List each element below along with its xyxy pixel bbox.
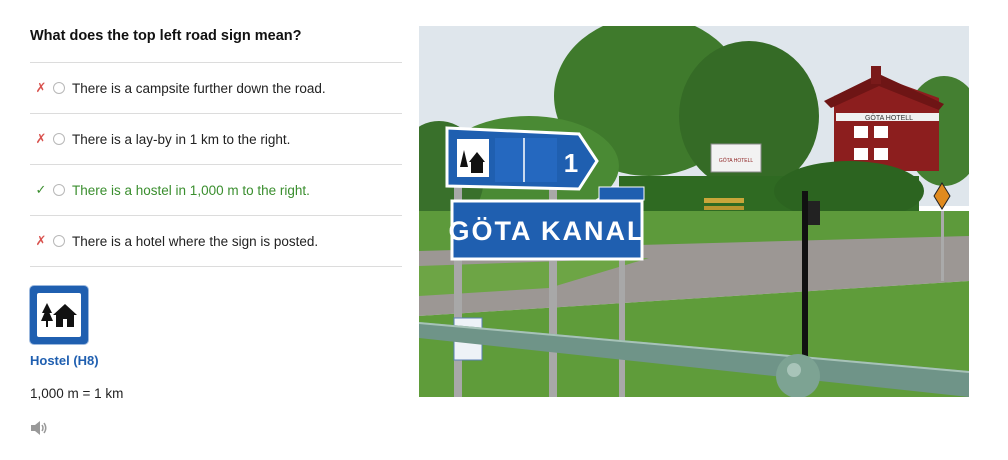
direction-number: 1: [564, 148, 578, 178]
distance-note: 1,000 m = 1 km: [30, 386, 124, 401]
road-sign-photo: GÖTA HOTELL GÖTA HOTELL 1 GÖTA KANAL: [419, 26, 969, 397]
building-sign-text: GÖTA HOTELL: [865, 114, 913, 122]
answer-option-1[interactable]: ✗ There is a campsite further down the r…: [30, 63, 402, 114]
answer-option-4[interactable]: ✗ There is a hotel where the sign is pos…: [30, 216, 402, 267]
answer-option-3[interactable]: ✓ There is a hostel in 1,000 m to the ri…: [30, 165, 402, 216]
answer-text[interactable]: There is a lay-by in 1 km to the right.: [72, 132, 290, 147]
wrong-mark-icon: ✗: [35, 233, 47, 248]
radio-button[interactable]: [53, 184, 65, 196]
correct-mark-icon: ✓: [35, 182, 47, 197]
answer-option-2[interactable]: ✗ There is a lay-by in 1 km to the right…: [30, 114, 402, 165]
radio-button[interactable]: [53, 133, 65, 145]
answer-text[interactable]: There is a hotel where the sign is poste…: [72, 234, 318, 249]
main-sign-text: GÖTA KANAL: [449, 216, 646, 246]
question-text: What does the top left road sign mean?: [30, 28, 302, 44]
billboard-text: GÖTA HOTELL: [719, 157, 754, 164]
radio-button[interactable]: [53, 235, 65, 247]
answer-text[interactable]: There is a campsite further down the roa…: [72, 81, 326, 96]
hostel-sign-icon[interactable]: [30, 286, 88, 344]
radio-button[interactable]: [53, 82, 65, 94]
house-tree-icon: [41, 303, 77, 327]
sign-caption: Hostel (H8): [30, 353, 99, 368]
answer-list: ✗ There is a campsite further down the r…: [30, 62, 402, 267]
wrong-mark-icon: ✗: [35, 80, 47, 95]
wrong-mark-icon: ✗: [35, 131, 47, 146]
answer-text[interactable]: There is a hostel in 1,000 m to the righ…: [72, 183, 310, 198]
speaker-icon[interactable]: [30, 420, 48, 436]
